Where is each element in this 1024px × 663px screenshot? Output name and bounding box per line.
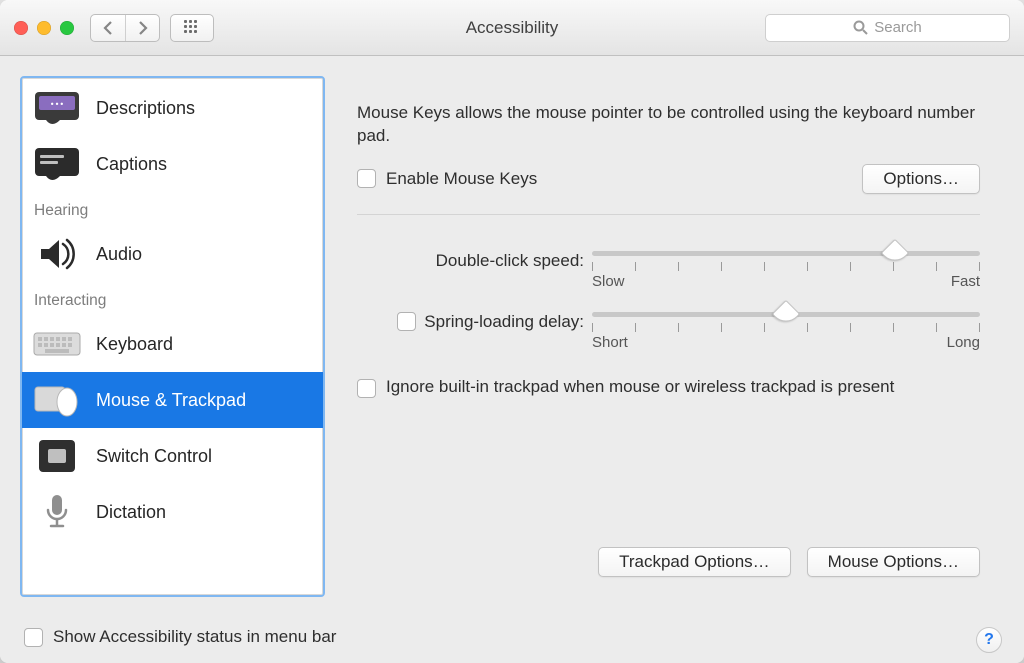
sidebar-item-label: Switch Control: [96, 446, 212, 467]
help-button[interactable]: ?: [976, 627, 1002, 653]
slider-ticks: [592, 323, 980, 332]
spring-loading-slider[interactable]: [592, 312, 980, 317]
show-status-label: Show Accessibility status in menu bar: [53, 627, 336, 647]
forward-button[interactable]: [125, 15, 159, 41]
search-placeholder: Search: [874, 19, 922, 36]
sidebar-item-mouse-trackpad[interactable]: Mouse & Trackpad: [22, 372, 323, 428]
mouse-options-button[interactable]: Mouse Options…: [807, 547, 980, 577]
sidebar-item-captions[interactable]: Captions: [22, 136, 323, 192]
settings-panel: Mouse Keys allows the mouse pointer to b…: [335, 76, 1004, 597]
enable-mouse-keys-label: Enable Mouse Keys: [386, 169, 537, 189]
sidebar-section-hearing: Hearing: [22, 192, 323, 226]
double-click-speed-slider[interactable]: [592, 251, 980, 256]
sidebar-item-switch-control[interactable]: Switch Control: [22, 428, 323, 484]
nav-back-forward: [90, 14, 160, 42]
sidebar-item-dictation[interactable]: Dictation: [22, 484, 323, 540]
sidebar-item-label: Mouse & Trackpad: [96, 390, 246, 411]
svg-text:•••: •••: [50, 100, 64, 109]
sidebar-section-interacting: Interacting: [22, 282, 323, 316]
sidebar-item-label: Audio: [96, 244, 142, 265]
chevron-right-icon: [137, 21, 149, 35]
sidebar-item-descriptions[interactable]: ••• Descriptions: [22, 80, 323, 136]
minimize-window-button[interactable]: [37, 21, 51, 35]
grid-icon: [184, 20, 200, 36]
search-icon: [853, 20, 868, 35]
show-status-checkbox[interactable]: [24, 628, 43, 647]
sidebar-item-label: Captions: [96, 154, 167, 175]
ignore-trackpad-row: Ignore built-in trackpad when mouse or w…: [357, 377, 980, 398]
spring-loading-row: Spring-loading delay: Short Long: [357, 312, 980, 351]
switch-icon: [32, 436, 82, 476]
captions-icon: [32, 144, 82, 184]
sidebar-item-label: Keyboard: [96, 334, 173, 355]
ignore-trackpad-checkbox[interactable]: [357, 379, 376, 398]
mouse-icon: [32, 380, 82, 420]
sidebar-item-keyboard[interactable]: Keyboard: [22, 316, 323, 372]
category-sidebar[interactable]: ••• Descriptions Captions Hearing Audio …: [20, 76, 325, 597]
mic-icon: [32, 492, 82, 532]
window-controls: [14, 21, 74, 35]
ignore-trackpad-label: Ignore built-in trackpad when mouse or w…: [386, 377, 894, 397]
slider-min-label: Slow: [592, 273, 625, 290]
mouse-keys-options-button[interactable]: Options…: [862, 164, 980, 194]
trackpad-options-button[interactable]: Trackpad Options…: [598, 547, 791, 577]
enable-mouse-keys-checkbox[interactable]: [357, 169, 376, 188]
panel-description: Mouse Keys allows the mouse pointer to b…: [357, 102, 980, 148]
footer: Show Accessibility status in menu bar ?: [0, 617, 1024, 663]
titlebar: Accessibility Search: [0, 0, 1024, 56]
content-area: ••• Descriptions Captions Hearing Audio …: [0, 56, 1024, 617]
back-button[interactable]: [91, 15, 125, 41]
double-click-speed-label: Double-click speed:: [357, 251, 592, 271]
descriptions-icon: •••: [32, 88, 82, 128]
close-window-button[interactable]: [14, 21, 28, 35]
preferences-window: Accessibility Search ••• Descriptions Ca…: [0, 0, 1024, 663]
slider-ticks: [592, 262, 980, 271]
show-all-button[interactable]: [170, 14, 214, 42]
slider-max-label: Fast: [951, 273, 980, 290]
sidebar-item-label: Dictation: [96, 502, 166, 523]
sidebar-item-label: Descriptions: [96, 98, 195, 119]
sidebar-item-audio[interactable]: Audio: [22, 226, 323, 282]
keyboard-icon: [32, 324, 82, 364]
speaker-icon: [32, 234, 82, 274]
divider: [357, 214, 980, 215]
slider-min-label: Short: [592, 334, 628, 351]
zoom-window-button[interactable]: [60, 21, 74, 35]
spring-loading-checkbox[interactable]: [397, 312, 416, 331]
slider-max-label: Long: [947, 334, 980, 351]
double-click-speed-row: Double-click speed: Slow Fast: [357, 251, 980, 290]
spring-loading-label: Spring-loading delay:: [424, 312, 584, 332]
search-field[interactable]: Search: [765, 14, 1010, 42]
chevron-left-icon: [102, 21, 114, 35]
